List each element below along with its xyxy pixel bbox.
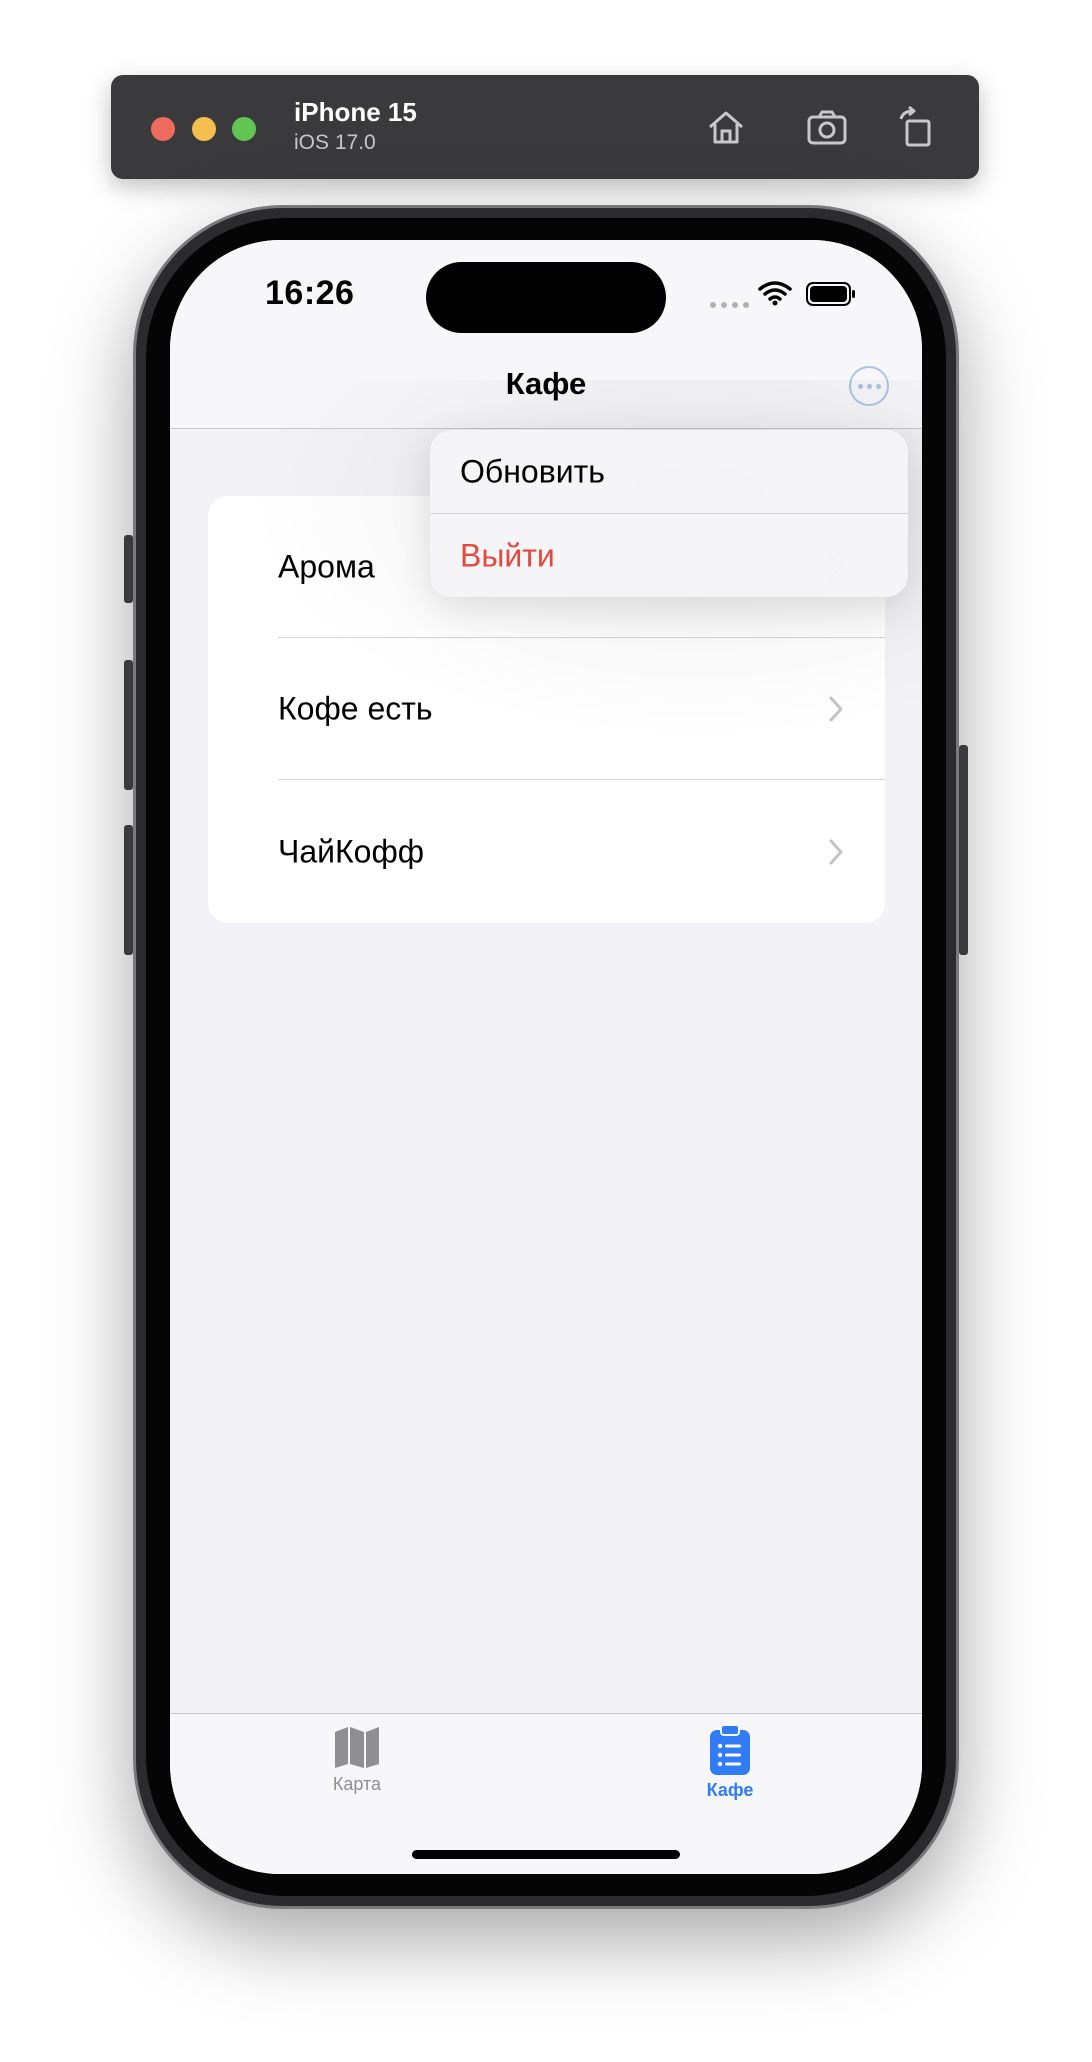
tab-label: Карта [332,1774,382,1794]
list-clipboard-icon [710,1724,750,1775]
wifi-icon [758,281,792,306]
page-title: Кафе [505,366,587,401]
action-button[interactable] [124,535,133,603]
list-item[interactable]: ЧайКофф [208,780,885,923]
window-close-button[interactable] [151,117,175,141]
window-minimize-button[interactable] [192,117,216,141]
more-button[interactable] [849,366,889,406]
list-item-label: Кофе есть [278,690,433,727]
list-item-label: ЧайКофф [278,833,425,869]
volume-up-button[interactable] [124,660,133,790]
screenshot-button[interactable] [801,101,853,153]
cellular-signal-icon [710,302,749,308]
simulator-toolbar: iPhone 15 iOS 17.0 [111,75,979,179]
ellipsis-circle-icon [857,383,863,389]
dynamic-island [426,262,666,333]
tab-label: Кафе [706,1780,754,1800]
tab-map[interactable]: Карта [277,1724,437,1824]
menu-item-refresh[interactable]: Обновить [430,430,908,513]
window-zoom-button[interactable] [232,117,256,141]
phone-screen: 16:26 Кафе Арома Кофе есть ЧайКофф Обнов… [170,240,922,1874]
list-item[interactable]: Кофе есть [208,638,885,780]
os-version: iOS 17.0 [294,131,376,154]
status-time: 16:26 [265,274,355,312]
home-button[interactable] [700,101,752,153]
device-name: iPhone 15 [294,97,417,127]
tab-cafe[interactable]: Кафе [650,1724,810,1824]
list-item-label: Арома [278,548,375,585]
side-power-button[interactable] [959,745,968,955]
menu-item-logout[interactable]: Выйти [430,514,908,597]
navigation-bar: 16:26 Кафе [170,240,922,429]
chevron-right-icon [829,696,843,722]
menu-item-label: Выйти [460,537,555,573]
home-indicator[interactable] [412,1850,680,1859]
screenshot-icon [807,110,847,145]
home-icon [709,111,743,144]
rotate-icon [899,105,931,147]
chevron-right-icon [829,839,843,864]
context-menu: Обновить Выйти [430,430,908,597]
battery-icon [806,282,855,306]
volume-down-button[interactable] [124,825,133,955]
rotate-button[interactable] [891,101,943,153]
menu-item-label: Обновить [460,453,605,489]
map-icon [335,1727,379,1768]
